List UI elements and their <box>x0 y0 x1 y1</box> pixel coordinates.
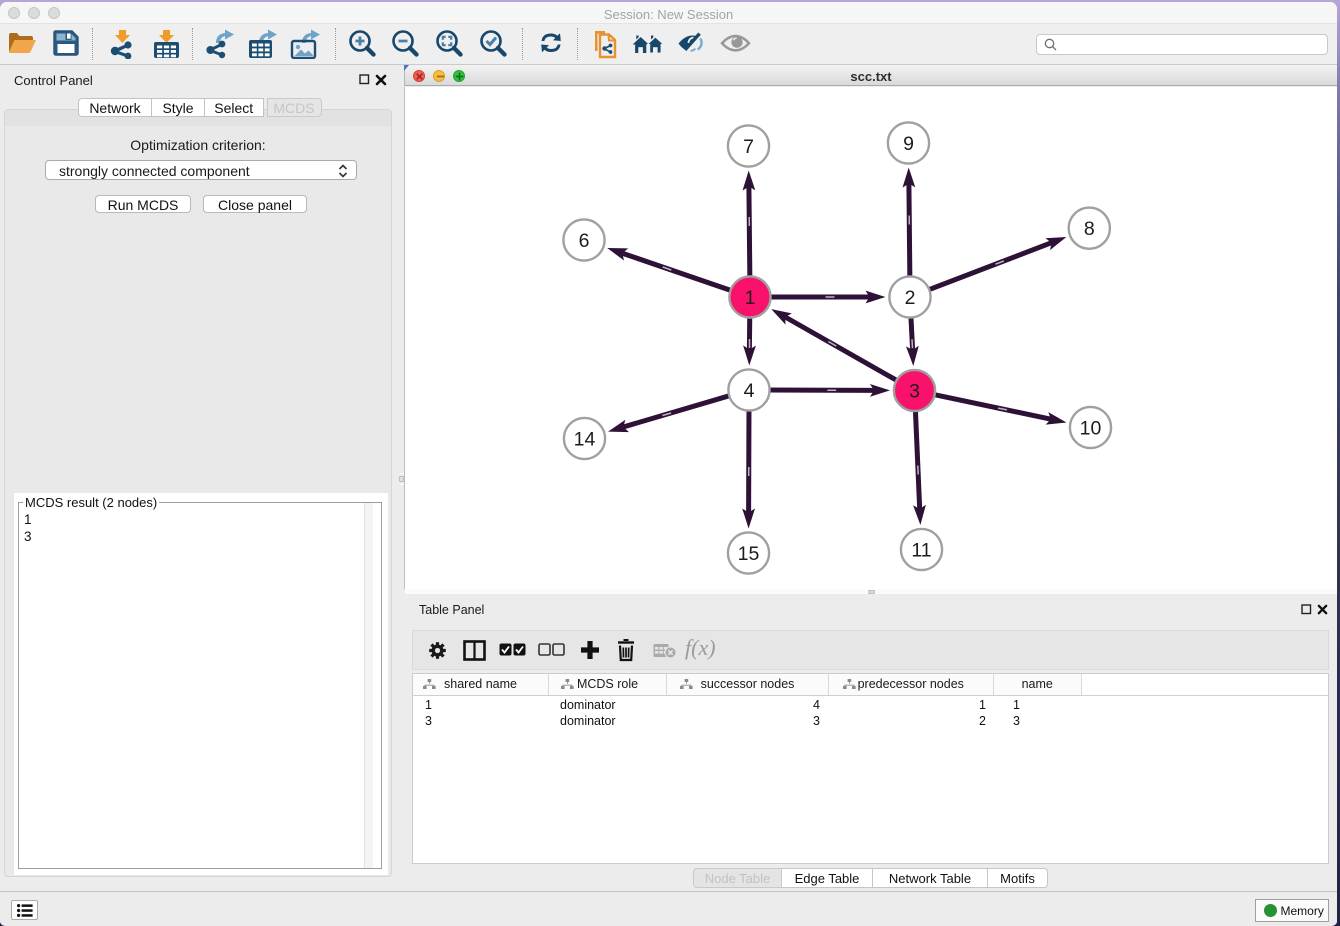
svg-text:3: 3 <box>909 381 920 403</box>
svg-text:14: 14 <box>574 429 596 451</box>
svg-text:2: 2 <box>905 287 916 309</box>
svg-text:9: 9 <box>903 133 914 155</box>
svg-text:8: 8 <box>1084 218 1095 240</box>
svg-text:15: 15 <box>738 543 760 565</box>
svg-text:4: 4 <box>744 380 755 402</box>
svg-text:10: 10 <box>1080 418 1102 440</box>
svg-text:6: 6 <box>579 230 590 252</box>
svg-text:11: 11 <box>911 540 931 562</box>
svg-text:1: 1 <box>745 287 756 309</box>
svg-text:7: 7 <box>743 136 754 158</box>
